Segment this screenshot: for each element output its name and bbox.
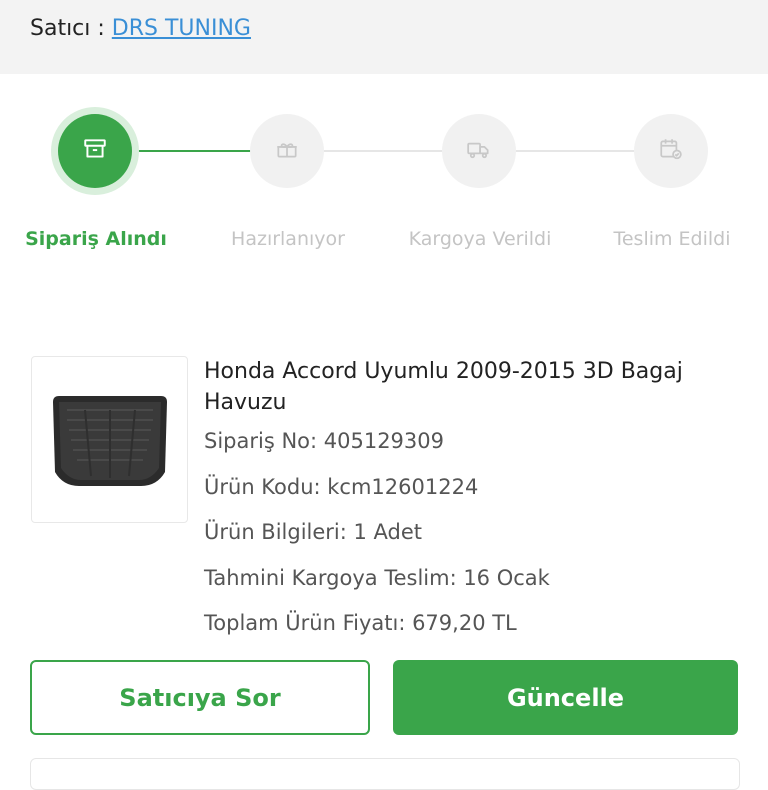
update-button[interactable]: Güncelle	[393, 660, 738, 735]
progress-line-3	[516, 150, 636, 152]
ask-seller-button[interactable]: Satıcıya Sor	[30, 660, 370, 735]
step-label-preparing: Hazırlanıyor	[231, 228, 345, 250]
product-quantity: Ürün Bilgileri: 1 Adet	[204, 520, 423, 544]
order-status-tracker: Sipariş Alındı Hazırlanıyor Kargoya Veri…	[0, 100, 768, 270]
delivered-calendar-icon	[658, 136, 684, 166]
delivery-truck-icon	[466, 136, 492, 166]
box-icon	[82, 136, 108, 166]
next-card	[30, 758, 740, 790]
seller-link[interactable]: DRS TUNING	[112, 16, 251, 41]
progress-line-1	[132, 150, 252, 152]
total-price: Toplam Ürün Fiyatı: 679,20 TL	[204, 611, 517, 635]
seller-label: Satıcı :	[30, 16, 112, 41]
order-number: Sipariş No: 405129309	[204, 429, 445, 453]
product-title[interactable]: Honda Accord Uyumlu 2009-2015 3D Bagaj H…	[204, 356, 744, 418]
step-delivered	[634, 114, 708, 188]
seller-bar: Satıcı : DRS TUNING	[0, 0, 768, 74]
estimated-shipping-date: Tahmini Kargoya Teslim: 16 Ocak	[204, 565, 550, 590]
step-label-shipped: Kargoya Verildi	[408, 228, 552, 250]
trunk-mat-image	[52, 395, 167, 486]
step-shipped	[442, 114, 516, 188]
product-code: Ürün Kodu: kcm12601224	[204, 474, 479, 499]
step-label-order-received: Sipariş Alındı	[25, 228, 167, 250]
progress-line-2	[324, 150, 444, 152]
product-image[interactable]	[31, 356, 188, 523]
seller-line: Satıcı : DRS TUNING	[30, 14, 251, 44]
step-label-delivered: Teslim Edildi	[613, 228, 731, 250]
gift-box-icon	[274, 136, 300, 166]
step-order-received	[58, 114, 132, 188]
step-preparing	[250, 114, 324, 188]
product-info: Honda Accord Uyumlu 2009-2015 3D Bagaj H…	[204, 356, 744, 654]
